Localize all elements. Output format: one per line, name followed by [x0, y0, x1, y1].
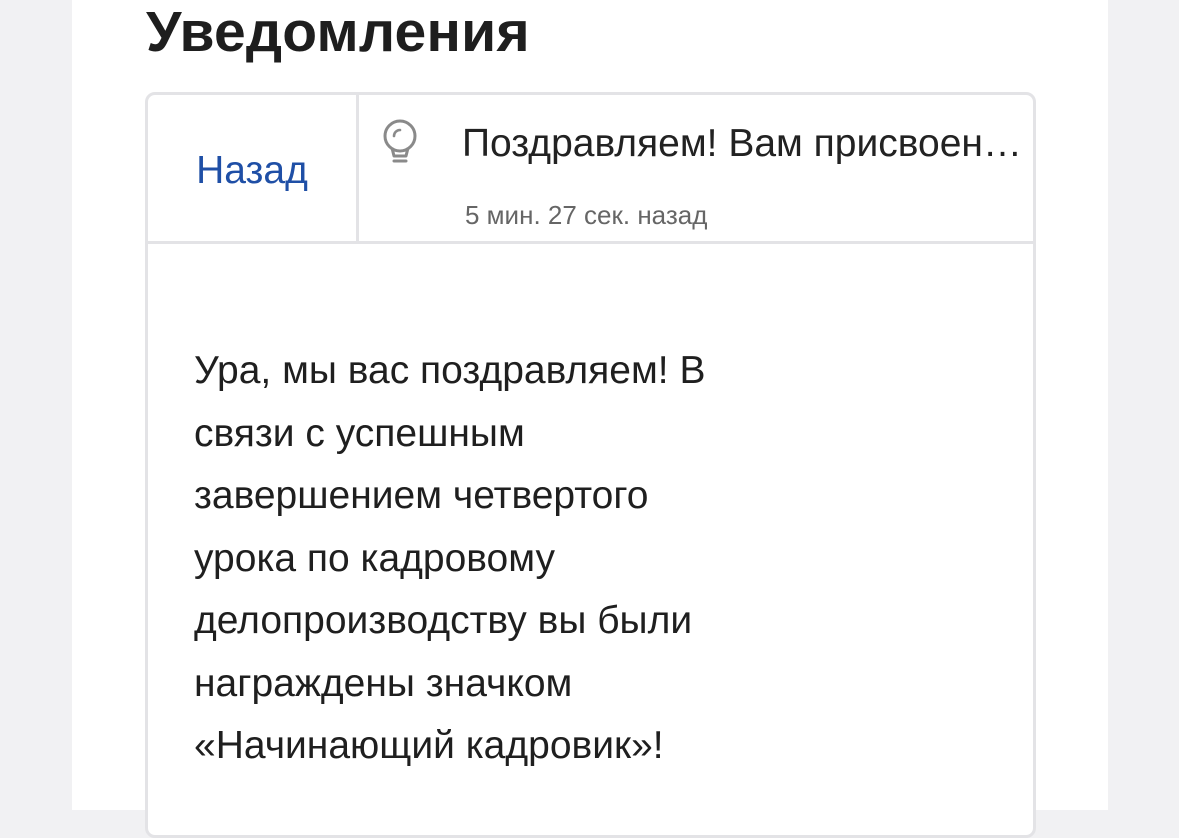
notification-summary[interactable]: Поздравляем! Вам присвоен значок 5 мин. …	[359, 95, 1033, 241]
message-line: «Начинающий кадровик»!	[194, 724, 664, 767]
page-title: Уведомления	[146, 0, 530, 64]
message-line: связи с успешным	[194, 411, 525, 455]
back-button[interactable]: Назад	[148, 95, 359, 241]
message-line: урока по кадровому	[194, 536, 555, 580]
back-button-label: Назад	[196, 149, 308, 192]
message-line: завершением четвертого	[194, 474, 649, 517]
notification-body: Ура, мы вас поздравляем! В связи с успеш…	[148, 244, 1033, 835]
message-line: Ура, мы вас поздравляем! В	[194, 349, 706, 392]
notification-header: Назад Поздравляем! Вам присвоен значок 5…	[148, 95, 1033, 244]
notification-message: Ура, мы вас поздравляем! В связи с успеш…	[194, 340, 794, 778]
notification-timestamp: 5 мин. 27 сек. назад	[465, 200, 708, 230]
notification-card: Назад Поздравляем! Вам присвоен значок 5…	[145, 92, 1036, 838]
lightbulb-icon	[377, 118, 423, 170]
message-line: награждены значком	[194, 661, 573, 705]
message-line: делопроизводству вы были	[194, 599, 693, 642]
notification-title: Поздравляем! Вам присвоен значок	[462, 122, 1022, 165]
